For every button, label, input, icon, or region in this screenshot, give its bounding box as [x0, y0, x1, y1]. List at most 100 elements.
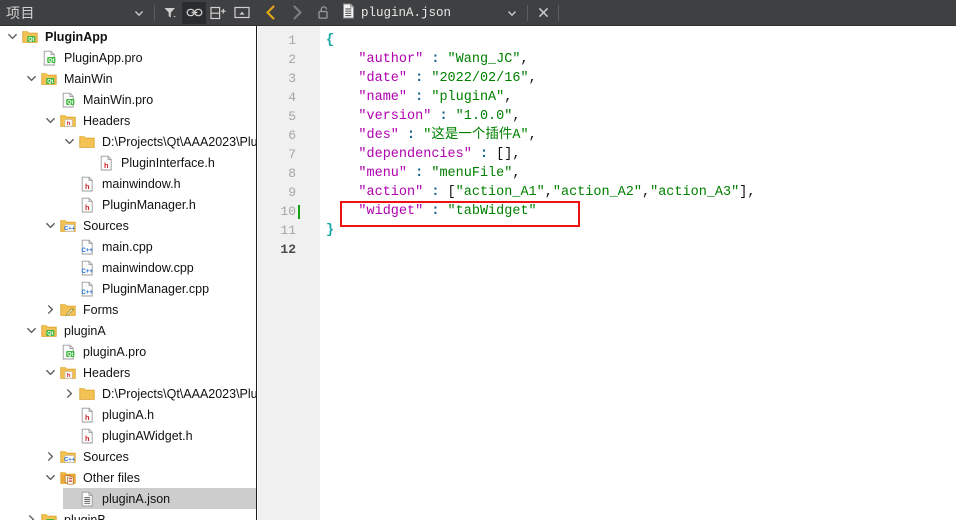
- tree-item[interactable]: h Headers: [0, 362, 256, 383]
- code-token-b: [472, 147, 480, 162]
- chevron-down-icon[interactable]: [26, 325, 37, 336]
- tree-twisty[interactable]: [23, 68, 39, 89]
- tree-item-label: Headers: [83, 113, 131, 128]
- file-json-icon: [77, 488, 97, 509]
- project-filter-dropdown-button[interactable]: [127, 2, 151, 24]
- tree-item[interactable]: C++ Sources: [0, 215, 256, 236]
- chevron-down-icon[interactable]: [26, 73, 37, 84]
- tree-twisty[interactable]: [23, 320, 39, 341]
- chevron-right-icon[interactable]: [26, 514, 37, 520]
- code-token-b: ,: [520, 52, 529, 67]
- folder-qt-icon: Qt: [39, 509, 59, 520]
- code-line[interactable]: "menu" : "menuFile",: [326, 164, 520, 183]
- tree-item[interactable]: h PluginManager.h: [0, 194, 256, 215]
- code-token-k: "widget": [358, 204, 424, 219]
- chevron-right-icon[interactable]: [64, 388, 75, 399]
- tree-item[interactable]: Other files: [0, 467, 256, 488]
- code-line[interactable]: "version" : "1.0.0",: [326, 107, 520, 126]
- tree-item[interactable]: C++ Sources: [0, 446, 256, 467]
- file-h-icon: h: [81, 407, 93, 422]
- tree-item[interactable]: h PluginInterface.h: [0, 152, 256, 173]
- code-line[interactable]: "action" : ["action_A1","action_A2","act…: [326, 183, 755, 202]
- svg-text:h: h: [66, 373, 70, 379]
- chevron-down-icon[interactable]: [45, 115, 56, 126]
- tree-item[interactable]: C++ mainwindow.cpp: [0, 257, 256, 278]
- chevron-down-icon[interactable]: [45, 472, 56, 483]
- code-line[interactable]: "author" : "Wang_JC",: [326, 50, 529, 69]
- code-token-s: "action_A2": [552, 185, 642, 200]
- tree-item[interactable]: Qt pluginB: [0, 509, 256, 520]
- tree-item[interactable]: Qt MainWin.pro: [0, 89, 256, 110]
- tree-item[interactable]: Qt MainWin: [0, 68, 256, 89]
- project-tree[interactable]: Qt PluginApp Qt PluginApp.pro Qt MainWin Qt Mai…: [0, 26, 257, 520]
- toggle-file-lock-button[interactable]: [310, 1, 336, 25]
- code-line[interactable]: "dependencies" : [],: [326, 145, 520, 164]
- split-add-button[interactable]: [206, 2, 230, 24]
- navigate-back-button[interactable]: [258, 1, 284, 25]
- tree-twisty[interactable]: [42, 110, 58, 131]
- json-document-icon: [342, 3, 355, 22]
- code-line[interactable]: "name" : "pluginA",: [326, 88, 512, 107]
- tree-twisty[interactable]: [42, 215, 58, 236]
- tree-item[interactable]: C++ PluginManager.cpp: [0, 278, 256, 299]
- folder-plain-icon: [77, 383, 97, 404]
- filter-tree-button[interactable]: [158, 2, 182, 24]
- chevron-down-icon[interactable]: [64, 136, 75, 147]
- tree-item[interactable]: D:\Projects\Qt\AAA2023\Plu: [0, 131, 256, 152]
- tree-twisty[interactable]: [42, 299, 58, 320]
- svg-text:h: h: [84, 433, 89, 442]
- file-cpp-icon: C++: [81, 239, 93, 254]
- synchronize-with-editor-button[interactable]: [182, 1, 206, 24]
- close-sidebar-button[interactable]: [230, 2, 254, 24]
- code-token-b: [326, 128, 358, 143]
- chevron-down-icon[interactable]: [7, 31, 18, 42]
- chevron-down-icon[interactable]: [45, 367, 56, 378]
- tree-item[interactable]: h pluginAWidget.h: [0, 425, 256, 446]
- tree-item[interactable]: h pluginA.h: [0, 404, 256, 425]
- tree-item[interactable]: D:\Projects\Qt\AAA2023\Plu: [0, 383, 256, 404]
- tree-twisty[interactable]: [42, 362, 58, 383]
- tree-twisty[interactable]: [61, 383, 77, 404]
- active-tab-filename[interactable]: pluginA.json: [355, 6, 451, 20]
- tree-item[interactable]: Qt PluginApp.pro: [0, 47, 256, 68]
- chevron-right-icon[interactable]: [45, 451, 56, 462]
- tree-item[interactable]: Qt pluginA: [0, 320, 256, 341]
- code-token-s: "pluginA": [431, 90, 505, 105]
- tree-item-label: Headers: [83, 365, 131, 380]
- code-line[interactable]: "date" : "2022/02/16",: [326, 69, 536, 88]
- tree-twisty[interactable]: [42, 467, 58, 488]
- code-line[interactable]: "des" : "这是一个插件A",: [326, 126, 537, 145]
- file-cpp-icon: C++: [77, 236, 97, 257]
- chevron-down-icon[interactable]: [45, 220, 56, 231]
- chevron-right-icon[interactable]: [45, 304, 56, 315]
- close-document-button[interactable]: [531, 2, 555, 24]
- code-token-s: "menuFile": [431, 166, 513, 181]
- code-token-b: ],: [739, 185, 756, 200]
- navigate-forward-button[interactable]: [284, 1, 310, 25]
- tree-item-selected[interactable]: pluginA.json: [0, 488, 256, 509]
- tree-twisty[interactable]: [61, 131, 77, 152]
- open-documents-dropdown-button[interactable]: [500, 2, 524, 24]
- code-token-b: ,: [528, 128, 537, 143]
- code-content-area[interactable]: { "author" : "Wang_JC", "date" : "2022/0…: [320, 26, 956, 520]
- tree-item[interactable]: h Headers: [0, 110, 256, 131]
- tree-twisty[interactable]: [4, 26, 20, 47]
- tree-item[interactable]: Qt pluginA.pro: [0, 341, 256, 362]
- tree-item-label: MainWin.pro: [83, 92, 154, 107]
- code-token-b: [326, 52, 358, 67]
- code-token-b: [],: [496, 147, 521, 162]
- tree-item[interactable]: Qt PluginApp: [0, 26, 256, 47]
- code-line[interactable]: {: [326, 31, 334, 50]
- tree-twisty[interactable]: [42, 446, 58, 467]
- code-editor[interactable]: 1 2 3 4 5 6 7 8 9 10 11 12 { "author" : "Wang_JC", …: [258, 26, 956, 520]
- svg-text:h: h: [84, 412, 89, 421]
- code-line[interactable]: }: [326, 221, 334, 240]
- code-token-s: "tabWidget": [447, 204, 537, 219]
- file-h-icon: h: [81, 428, 93, 443]
- tree-twisty: [61, 425, 77, 446]
- tree-item[interactable]: h mainwindow.h: [0, 173, 256, 194]
- tree-item[interactable]: C++ main.cpp: [0, 236, 256, 257]
- code-line[interactable]: "widget" : "tabWidget": [326, 202, 537, 221]
- tree-item[interactable]: Forms: [0, 299, 256, 320]
- tree-twisty[interactable]: [23, 509, 39, 520]
